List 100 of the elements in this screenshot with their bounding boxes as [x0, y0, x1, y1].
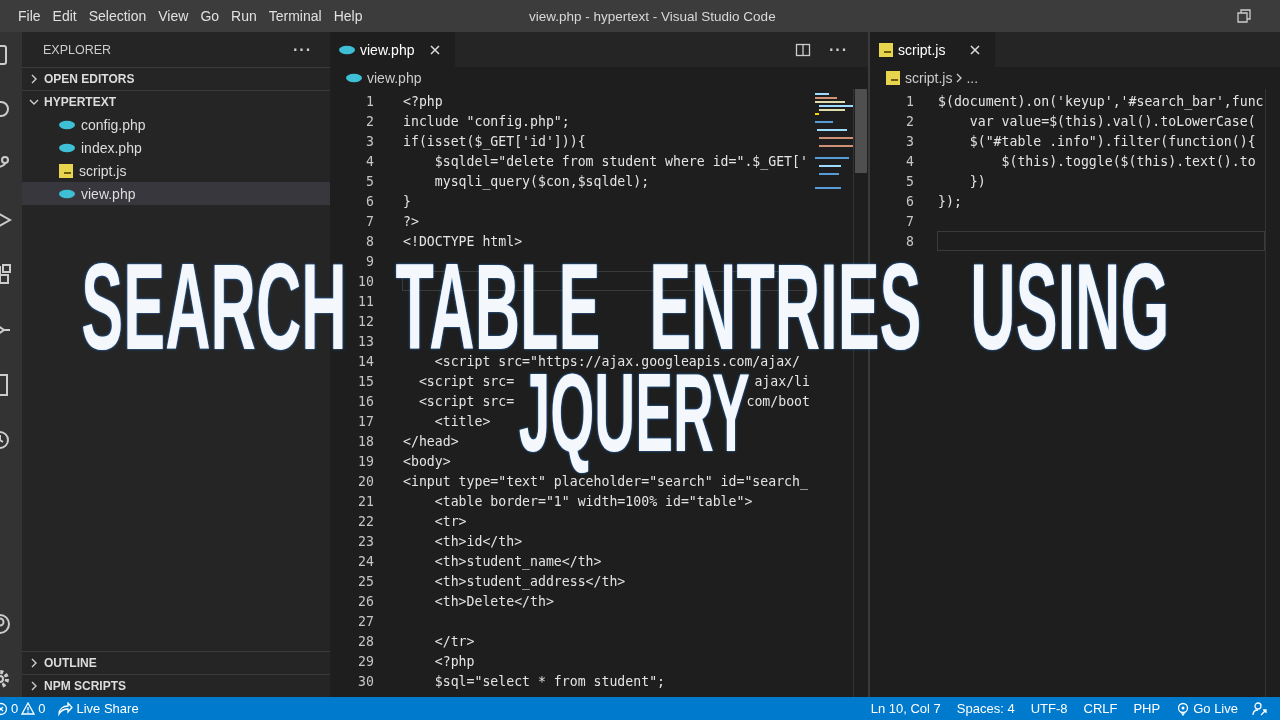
share-arrow-icon — [57, 701, 74, 716]
line-number: 24 — [357, 553, 374, 569]
line-number: 28 — [357, 633, 374, 649]
line-number: 8 — [905, 233, 914, 249]
chevron-icon[interactable] — [29, 681, 39, 691]
chevron-icon[interactable] — [29, 658, 39, 668]
code-line: $(this).toggle($(this).text().to — [1000, 153, 1256, 169]
editor-tab[interactable]: view.php — [330, 32, 455, 67]
go-live-button[interactable]: Go Live — [1168, 701, 1246, 716]
line-number: 3 — [365, 133, 374, 149]
code-line: <tr> — [433, 513, 467, 529]
code-line: $sqldel="delete from student where id=".$_GET[' — [433, 153, 808, 169]
line-number: 4 — [365, 153, 374, 169]
error-icon[interactable] — [0, 701, 8, 716]
menu-item[interactable]: Terminal — [262, 8, 328, 24]
chevron-icon[interactable] — [29, 97, 39, 107]
explorer-entry[interactable]: script.js — [22, 159, 330, 182]
line-number: 2 — [905, 113, 914, 129]
feedback-icon[interactable] — [1252, 700, 1268, 717]
split-editor-icon[interactable] — [795, 41, 811, 58]
explorer-entry[interactable]: index.php — [22, 136, 330, 159]
chevron-icon[interactable] — [29, 74, 39, 84]
code-line: ?> — [403, 213, 419, 229]
warning-icon[interactable] — [21, 702, 36, 715]
breadcrumb-item[interactable]: view.php — [346, 70, 422, 86]
code-line: <?php — [433, 653, 475, 669]
headline: TABLE ENTRIES USING — [395, 262, 1169, 352]
code-line: mysqli_query($con,$sqldel); — [433, 173, 650, 189]
breadcrumb-item[interactable]: ... — [966, 70, 979, 86]
explorer-title: EXPLORER — [43, 42, 112, 57]
code-line: <body> — [403, 453, 451, 469]
line-number: 4 — [905, 153, 914, 169]
line-number: 11 — [357, 293, 374, 309]
line-number: 7 — [365, 213, 374, 229]
window-title: view.php - hypertext - Visual Studio Code — [529, 8, 776, 24]
menu-item[interactable]: Go — [194, 8, 226, 24]
history-icon[interactable] — [0, 428, 12, 452]
code-line: <!DOCTYPE html> — [403, 233, 523, 249]
menu-item[interactable]: File — [12, 8, 47, 24]
broadcast-icon — [1176, 701, 1191, 716]
editor-tab[interactable]: script.js — [870, 32, 995, 67]
code-line: $(document).on('keyup','#search_bar',func — [938, 93, 1264, 109]
menu-item[interactable]: Edit — [46, 8, 83, 24]
line-number: 27 — [357, 613, 374, 629]
line-number: 29 — [357, 653, 374, 669]
restore-icon[interactable] — [1237, 9, 1251, 23]
account-icon[interactable] — [0, 612, 12, 636]
status-item[interactable]: Ln 10, Col 7 — [862, 701, 949, 716]
menu-item[interactable]: Help — [327, 8, 369, 24]
code-line: <script src= — [417, 373, 515, 389]
explorer-entry[interactable]: view.php — [22, 182, 330, 205]
section-header[interactable]: OUTLINE — [22, 651, 330, 674]
code-line: <table border="1" width=100% id="table"> — [433, 493, 753, 509]
line-number: 6 — [365, 193, 374, 209]
more-actions[interactable]: ··· — [829, 40, 848, 59]
line-number: 3 — [905, 133, 914, 149]
code-line: }) — [968, 173, 986, 189]
status-item[interactable]: Spaces: 4 — [948, 701, 1023, 716]
line-number: 16 — [357, 393, 374, 409]
code-line: <input type="text" placeholder="search" id="search_ — [403, 473, 808, 489]
code-line: <th>Delete</th> — [433, 593, 554, 609]
line-number: 9 — [365, 253, 374, 269]
line-number: 25 — [357, 573, 374, 589]
menu-item[interactable]: View — [152, 8, 195, 24]
line-number: 1 — [365, 93, 374, 109]
line-number: 2 — [365, 113, 374, 129]
menu-item[interactable]: Run — [225, 8, 263, 24]
chevron-icon — [956, 73, 963, 83]
status-item[interactable]: UTF-8 — [1022, 701, 1076, 716]
line-number: 14 — [357, 353, 374, 369]
line-number: 15 — [357, 373, 374, 389]
line-number: 17 — [357, 413, 374, 429]
code-line: }); — [938, 193, 962, 209]
code-line: <script src="https://ajax.googleapis.com/ajax/ — [433, 353, 800, 369]
line-number: 12 — [357, 313, 374, 329]
warning-count[interactable]: 0 — [35, 701, 49, 716]
line-number: 21 — [357, 493, 374, 509]
code-line: $sql="select * from student"; — [433, 673, 665, 689]
explorer-entry[interactable]: config.php — [22, 113, 330, 136]
line-number: 7 — [905, 213, 914, 229]
section-header[interactable]: HYPERTEXT — [22, 90, 330, 113]
error-count[interactable]: 0 — [8, 701, 22, 716]
menu-item[interactable]: Selection — [82, 8, 153, 24]
status-item[interactable]: CRLF — [1075, 701, 1126, 716]
scrollbar-thumb[interactable] — [855, 89, 867, 173]
live-share-button[interactable]: Live Share — [54, 701, 142, 716]
line-number: 26 — [357, 593, 374, 609]
code-line: <th>id</th> — [433, 533, 523, 549]
more-actions[interactable]: ··· — [293, 40, 312, 59]
extensions-icon[interactable] — [0, 263, 12, 287]
js-file-icon — [886, 71, 900, 85]
code-line: var value=$(this).val().toLowerCase( — [968, 113, 1256, 129]
line-number: 5 — [365, 173, 374, 189]
close-icon[interactable] — [429, 43, 441, 56]
status-item[interactable]: PHP — [1125, 701, 1169, 716]
line-number: 5 — [905, 173, 914, 189]
line-number: 6 — [905, 193, 914, 209]
close-icon[interactable] — [969, 43, 981, 56]
section-header[interactable]: OPEN EDITORS — [22, 67, 330, 90]
breadcrumb-item[interactable]: script.js — [886, 70, 953, 86]
